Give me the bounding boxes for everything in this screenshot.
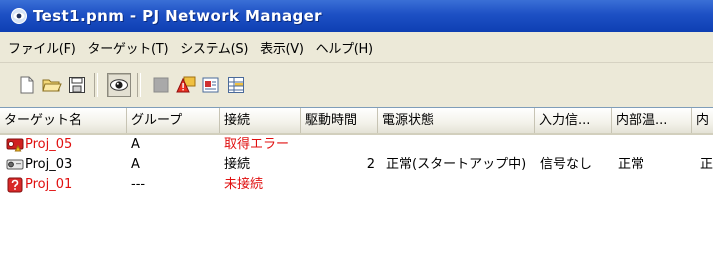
connection-cell: 取得エラー — [224, 137, 290, 152]
app-eye-icon — [11, 8, 27, 24]
properties-icon[interactable] — [200, 74, 222, 96]
menu-bar: ファイル(F) ターゲット(T) システム(S) 表示(V) ヘルプ(H) — [0, 32, 713, 63]
menu-system[interactable]: システム(S) — [174, 38, 254, 57]
internal-temp-cell: 正常 — [618, 157, 645, 172]
target-name-cell: Proj_03 — [0, 155, 127, 175]
warning-icon[interactable] — [175, 74, 197, 96]
column-header-input-signal[interactable]: 入力信... — [535, 108, 612, 133]
column-header-power-state[interactable]: 電源状態 — [378, 108, 535, 133]
list-row-proj-03[interactable]: Proj_03 A 接続 2 正常(スタートアップ中) 信号なし 正常 正 — [0, 155, 713, 175]
gray-square-icon[interactable] — [150, 74, 172, 96]
grid-icon[interactable] — [225, 74, 247, 96]
extra-cell: 正 — [700, 157, 713, 172]
menu-file[interactable]: ファイル(F) — [2, 38, 82, 57]
menu-target[interactable]: ターゲット(T) — [82, 38, 175, 57]
open-folder-icon[interactable] — [41, 74, 63, 96]
question-mark-icon — [6, 177, 24, 193]
window-title: Test1.pnm - PJ Network Manager — [33, 7, 322, 25]
runtime-cell: 2 — [366, 157, 375, 172]
target-name: Proj_03 — [25, 157, 73, 172]
list-row-proj-01[interactable]: Proj_01 --- 未接続 — [0, 175, 713, 195]
save-icon[interactable] — [66, 74, 88, 96]
target-name: Proj_05 — [25, 137, 73, 152]
eye-icon[interactable] — [107, 73, 131, 97]
connection-cell: 未接続 — [224, 177, 264, 192]
target-name: Proj_01 — [25, 177, 73, 192]
list-rows: Proj_05 A 取得エラー Proj_03 A 接続 2 正常(スタートアッ… — [0, 135, 713, 195]
column-header-target-name[interactable]: ターゲット名 — [0, 108, 127, 133]
column-header-internal-temp[interactable]: 内部温... — [612, 108, 692, 133]
title-bar[interactable]: Test1.pnm - PJ Network Manager — [0, 0, 713, 32]
group-cell: A — [131, 137, 140, 152]
target-list[interactable]: ターゲット名 グループ 接続 駆動時間 電源状態 入力信... 内部温... 内 — [0, 107, 713, 262]
target-name-cell: Proj_05 — [0, 135, 127, 155]
column-header-runtime[interactable]: 駆動時間 — [301, 108, 378, 133]
group-cell: A — [131, 157, 140, 172]
app-window: Test1.pnm - PJ Network Manager ファイル(F) タ… — [0, 0, 713, 262]
menu-help[interactable]: ヘルプ(H) — [310, 38, 379, 57]
new-file-icon[interactable] — [16, 74, 38, 96]
toolbar — [0, 63, 713, 107]
connection-cell: 接続 — [224, 157, 251, 172]
projector-icon — [6, 157, 24, 173]
projector-error-icon — [6, 137, 24, 153]
menu-view[interactable]: 表示(V) — [254, 38, 310, 57]
column-header-group[interactable]: グループ — [127, 108, 220, 133]
column-header-extra[interactable]: 内 — [692, 108, 713, 133]
power-state-cell: 正常(スタートアップ中) — [386, 157, 527, 172]
list-row-proj-05[interactable]: Proj_05 A 取得エラー — [0, 135, 713, 155]
group-cell: --- — [131, 177, 146, 192]
list-header: ターゲット名 グループ 接続 駆動時間 電源状態 入力信... 内部温... 内 — [0, 108, 713, 135]
toolbar-separator — [94, 73, 98, 97]
target-name-cell: Proj_01 — [0, 175, 127, 195]
column-header-connection[interactable]: 接続 — [220, 108, 301, 133]
toolbar-separator — [137, 73, 141, 97]
input-signal-cell: 信号なし — [540, 157, 593, 172]
